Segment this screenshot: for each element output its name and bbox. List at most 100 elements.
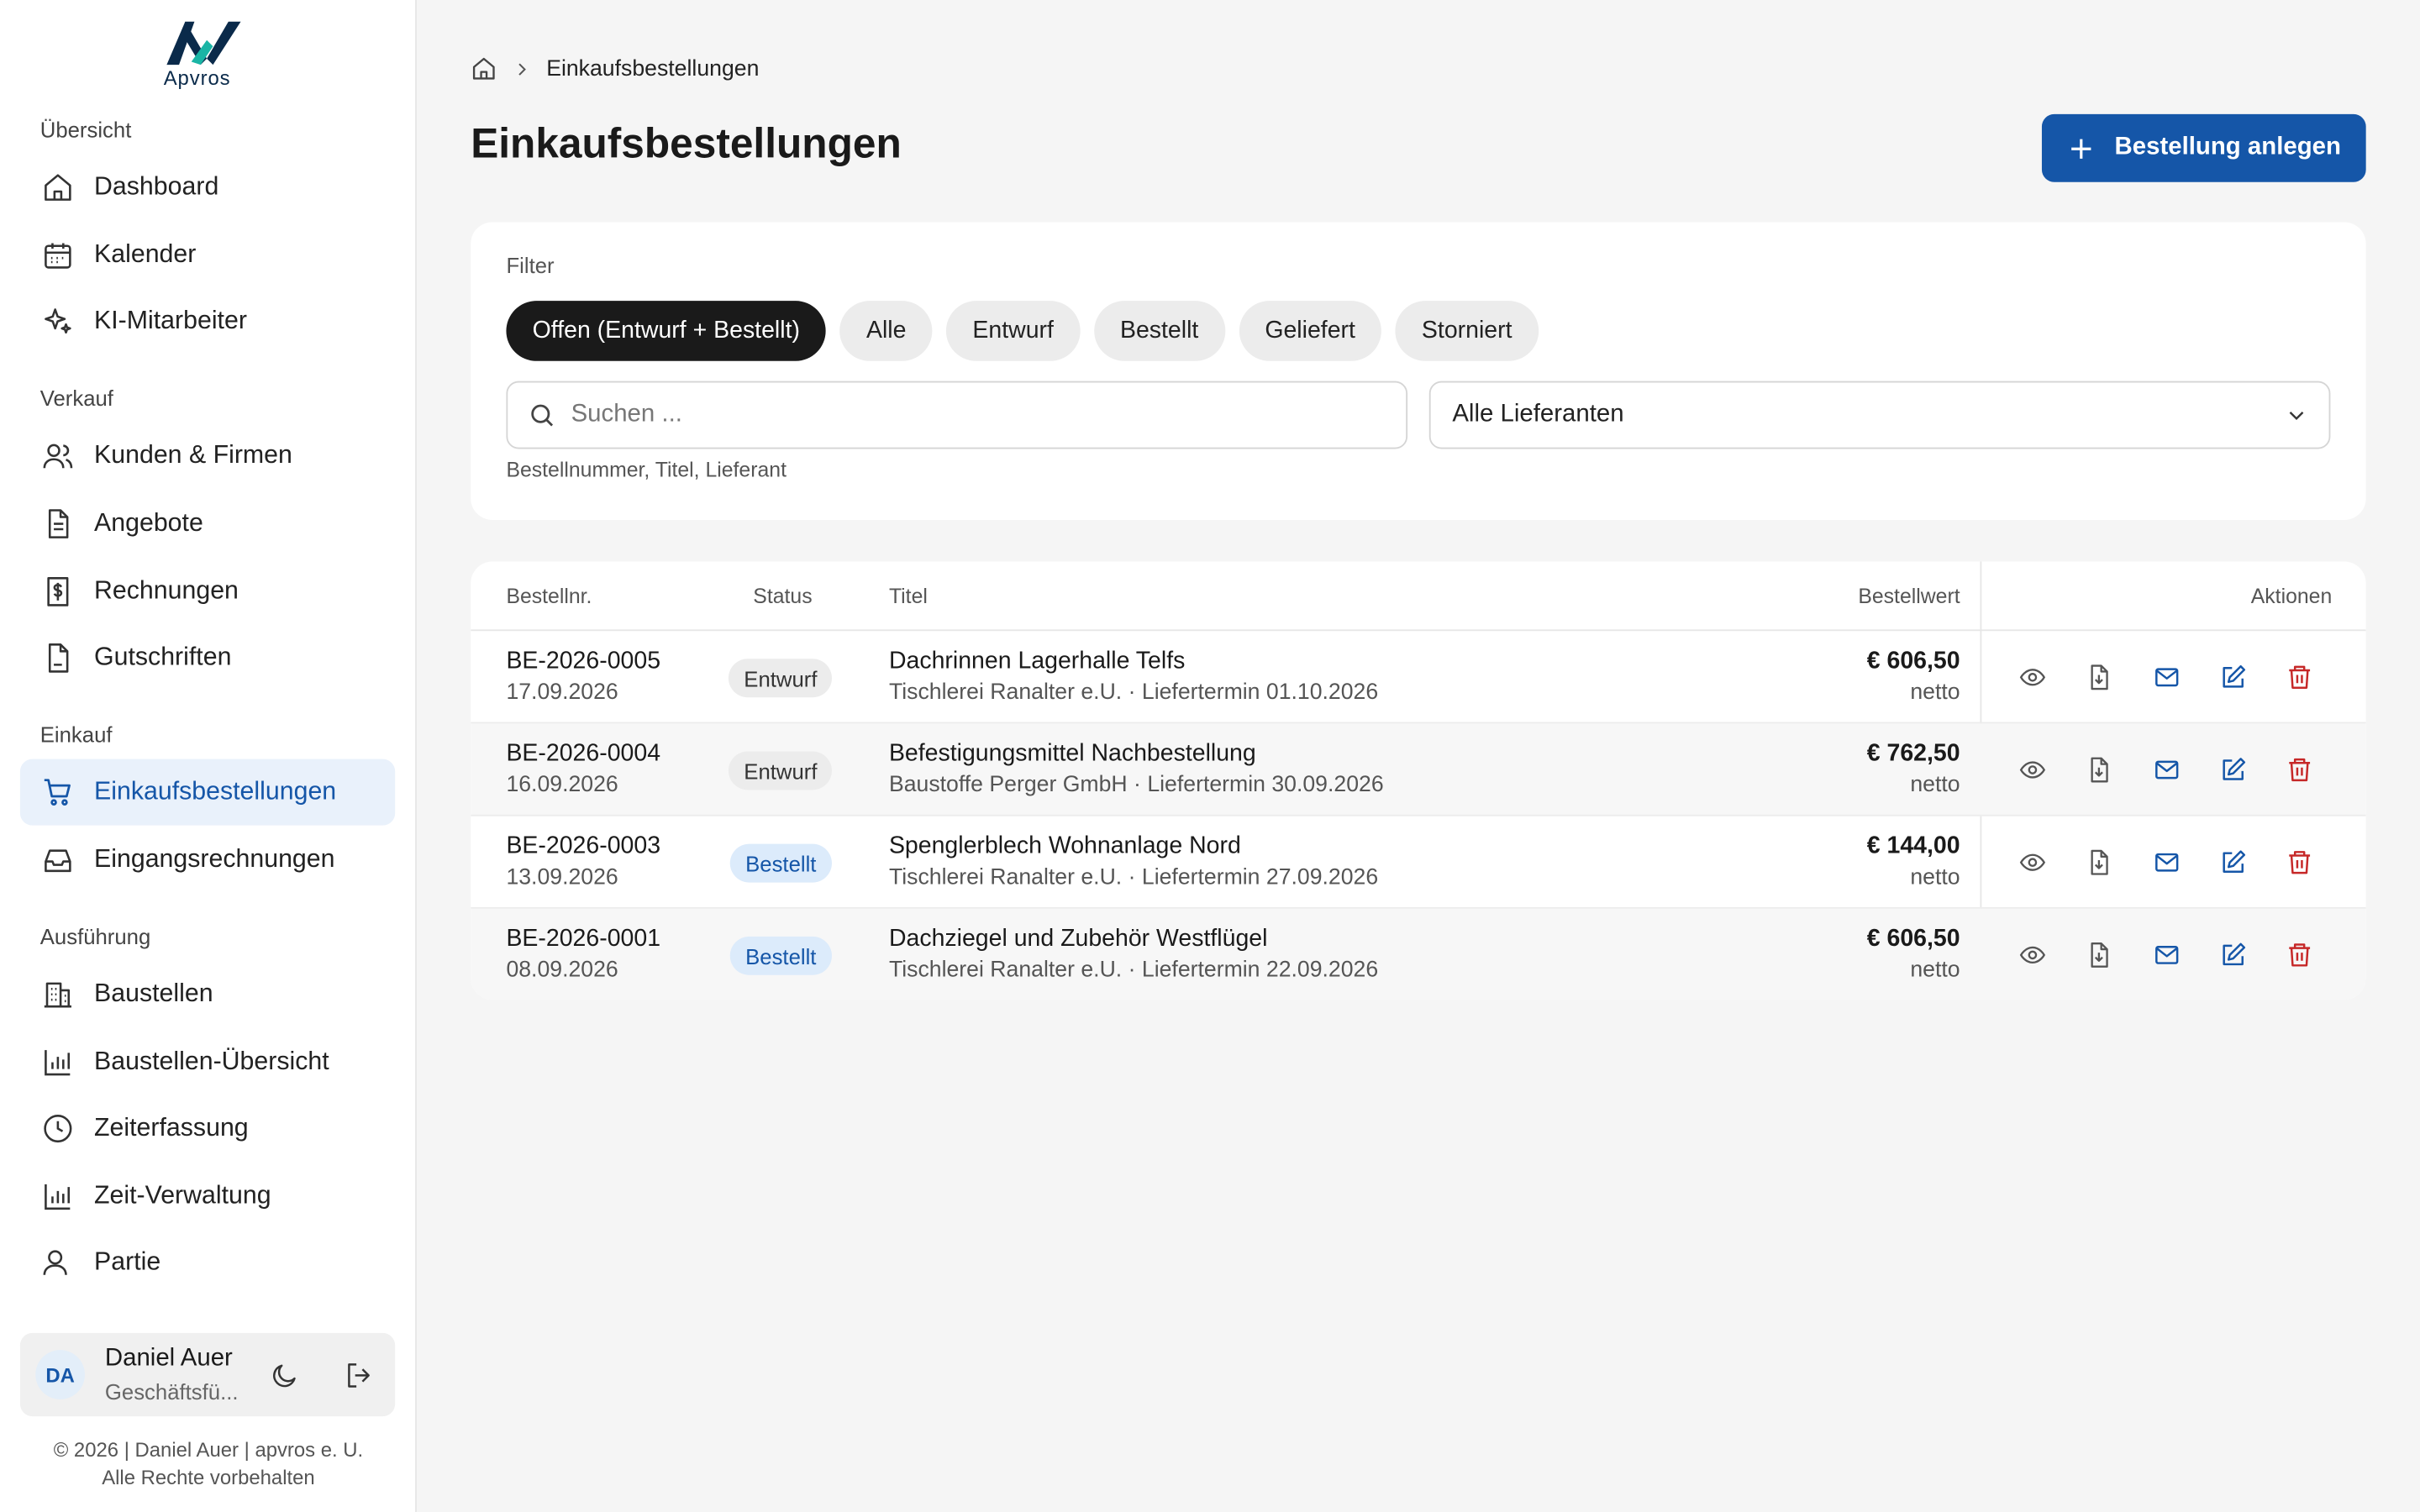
chip-storniert[interactable]: Storniert	[1395, 301, 1539, 361]
search-input[interactable]	[571, 401, 1343, 429]
search-hint: Bestellnummer, Titel, Lieferant	[506, 458, 786, 482]
order-date: 08.09.2026	[506, 958, 618, 983]
invoice-dollar-icon	[40, 575, 74, 608]
order-net-label: netto	[1910, 680, 1960, 706]
table-row[interactable]: BE-2026-0003 13.09.2026 Bestellt Spengle…	[471, 816, 2366, 909]
sidebar-item-baustellen[interactable]: Baustellen	[20, 961, 395, 1027]
table-row[interactable]: BE-2026-0004 16.09.2026 Entwurf Befestig…	[471, 723, 2366, 816]
edit-icon[interactable]	[2217, 753, 2250, 786]
section-label-uebersicht: Übersicht	[39, 117, 132, 142]
chip-entwurf[interactable]: Entwurf	[946, 301, 1081, 361]
th-number[interactable]: Bestellnr.	[506, 585, 592, 608]
download-file-icon[interactable]	[2082, 660, 2116, 694]
logout-icon[interactable]	[341, 1357, 375, 1391]
table-row[interactable]: BE-2026-0001 08.09.2026 Bestellt Dachzie…	[471, 908, 2366, 1000]
sidebar-item-einkaufsbestellungen[interactable]: Einkaufsbestellungen	[19, 759, 396, 826]
cart-icon	[40, 775, 74, 809]
breadcrumb-current: Einkaufsbestellungen	[546, 56, 760, 81]
edit-icon[interactable]	[2217, 938, 2250, 972]
trash-icon[interactable]	[2282, 753, 2316, 786]
table-row[interactable]: BE-2026-0005 17.09.2026 Entwurf Dachrinn…	[471, 631, 2366, 724]
order-subtitle: Tischlerei Ranalter e.U. · Liefertermin …	[888, 680, 1379, 706]
download-file-icon[interactable]	[2082, 938, 2116, 972]
filter-card: Filter Offen (Entwurf + Bestellt) Alle E…	[471, 222, 2366, 520]
trash-icon[interactable]	[2282, 660, 2316, 694]
sidebar-item-ki-mitarbeiter[interactable]: KI-Mitarbeiter	[20, 288, 395, 354]
supplier-select-value: Alle Lieferanten	[1452, 401, 1624, 428]
logo-wordmark: Apvros	[163, 66, 231, 90]
chip-offen[interactable]: Offen (Entwurf + Bestellt)	[506, 301, 827, 361]
mail-icon[interactable]	[2150, 660, 2184, 694]
users-icon	[40, 1246, 74, 1279]
mail-icon[interactable]	[2150, 753, 2184, 786]
inbox-icon	[40, 843, 74, 877]
order-date: 13.09.2026	[506, 865, 618, 890]
eye-icon[interactable]	[2016, 753, 2049, 786]
th-title[interactable]: Titel	[889, 585, 928, 608]
mail-icon[interactable]	[2150, 938, 2184, 972]
user-profile-card[interactable]: DA Daniel Auer Geschäftsfü...	[19, 1332, 396, 1417]
eye-icon[interactable]	[2016, 660, 2049, 694]
sidebar-item-kalender[interactable]: Kalender	[20, 222, 395, 288]
chip-bestellt[interactable]: Bestellt	[1093, 301, 1225, 361]
file-icon	[40, 641, 74, 675]
chip-alle[interactable]: Alle	[839, 301, 933, 361]
order-net-label: netto	[1910, 773, 1960, 798]
order-title: Befestigungsmittel Nachbestellung	[888, 740, 1256, 767]
sidebar-item-dashboard[interactable]: Dashboard	[20, 155, 395, 221]
th-value[interactable]: Bestellwert	[1858, 585, 1960, 608]
order-title: Dachziegel und Zubehör Westflügel	[888, 926, 1268, 953]
sidebar-item-kunden-firmen[interactable]: Kunden & Firmen	[20, 423, 395, 489]
breadcrumb: Einkaufsbestellungen	[471, 55, 759, 81]
sidebar-item-label: Zeiterfassung	[94, 1114, 249, 1142]
chip-geliefert[interactable]: Geliefert	[1239, 301, 1382, 361]
sidebar-item-zeiterfassung[interactable]: Zeiterfassung	[20, 1095, 395, 1162]
sidebar-item-label: Gutschriften	[94, 643, 232, 671]
sidebar-item-rechnungen[interactable]: Rechnungen	[20, 559, 395, 625]
sidebar-item-baustellen-uebersicht[interactable]: Baustellen-Übersicht	[20, 1029, 395, 1095]
eye-icon[interactable]	[2016, 938, 2049, 972]
eye-icon[interactable]	[2016, 846, 2049, 879]
status-badge: Entwurf	[728, 751, 833, 790]
supplier-select[interactable]: Alle Lieferanten	[1428, 381, 2331, 449]
building-icon	[40, 978, 74, 1011]
home-icon[interactable]	[471, 55, 497, 81]
mail-icon[interactable]	[2150, 846, 2184, 879]
moon-icon[interactable]	[267, 1357, 301, 1391]
download-file-icon[interactable]	[2082, 846, 2116, 879]
trash-icon[interactable]	[2282, 846, 2316, 879]
sidebar-item-zeit-verwaltung[interactable]: Zeit-Verwaltung	[20, 1163, 395, 1230]
status-badge: Bestellt	[729, 936, 832, 975]
calendar-icon	[40, 239, 74, 272]
order-date: 16.09.2026	[506, 773, 618, 798]
order-net-label: netto	[1910, 958, 1960, 983]
create-order-button[interactable]: Bestellung anlegen	[2041, 113, 2366, 182]
order-amount: € 606,50	[1866, 648, 1960, 675]
avatar: DA	[35, 1350, 86, 1399]
trash-icon[interactable]	[2282, 938, 2316, 972]
sidebar-item-partie[interactable]: Partie	[20, 1230, 395, 1296]
sidebar-item-label: Baustellen	[94, 979, 213, 1008]
chevron-down-icon	[2286, 404, 2307, 426]
sidebar-item-label: KI-Mitarbeiter	[94, 307, 247, 335]
edit-icon[interactable]	[2217, 660, 2250, 694]
sidebar-item-label: Kunden & Firmen	[94, 441, 292, 470]
section-label-verkauf: Verkauf	[39, 386, 113, 411]
sidebar-item-label: Einkaufsbestellungen	[94, 777, 337, 806]
search-icon	[528, 402, 555, 429]
sidebar-item-gutschriften[interactable]: Gutschriften	[20, 625, 395, 691]
edit-icon[interactable]	[2217, 846, 2250, 879]
download-file-icon[interactable]	[2082, 753, 2116, 786]
order-net-label: netto	[1910, 865, 1960, 890]
sidebar-item-eingangsrechnungen[interactable]: Eingangsrechnungen	[20, 827, 395, 893]
sidebar-item-label: Eingangsrechnungen	[94, 845, 335, 874]
sidebar-item-label: Partie	[94, 1247, 161, 1276]
sidebar-item-angebote[interactable]: Angebote	[20, 491, 395, 557]
user-role: Geschäftsfü...	[104, 1379, 239, 1404]
sidebar-item-label: Angebote	[94, 509, 203, 538]
user-name: Daniel Auer	[104, 1345, 233, 1372]
sidebar-item-label: Dashboard	[94, 172, 219, 201]
footer-rights: Alle Rechte vorbehalten	[102, 1465, 315, 1489]
th-status[interactable]: Status	[753, 585, 812, 608]
sidebar-item-label: Baustellen-Übersicht	[94, 1047, 329, 1076]
